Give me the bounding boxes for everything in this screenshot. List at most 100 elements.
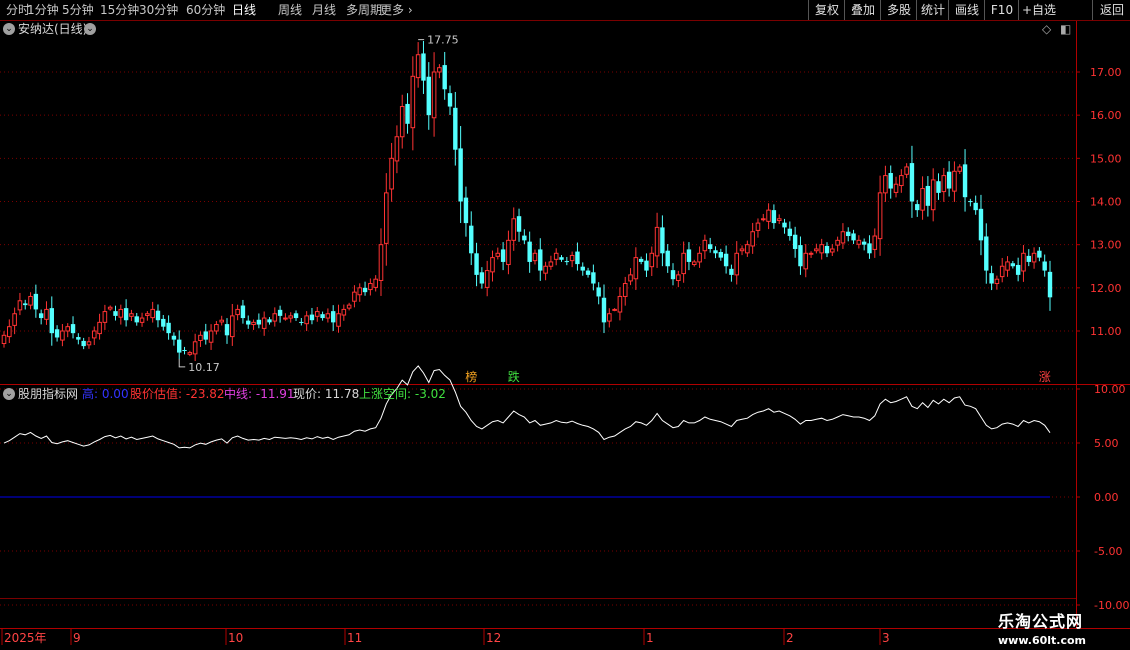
watermark-logo: 乐淘公式网 www.60lt.com: [998, 608, 1086, 647]
candle-body-0: [1, 334, 7, 345]
indicator-label-0: 股朋指标网: [18, 387, 79, 401]
candle-body-24: [129, 313, 134, 317]
candle-body-172: [915, 204, 920, 211]
date-label-7: 3: [882, 631, 890, 645]
candle-body-109: [580, 266, 585, 271]
candle-body-18: [97, 321, 102, 335]
candlestick-chart: 17.0016.0015.0014.0013.0012.0011.0017.75…: [0, 20, 1130, 645]
candle-body-166: [883, 175, 888, 194]
candle-body-167: [888, 173, 893, 189]
candle-body-134: [713, 250, 718, 254]
candle-body-110: [585, 270, 591, 275]
candle-body-108: [575, 251, 580, 265]
candle-body-37: [198, 334, 203, 341]
candle-body-183: [973, 202, 978, 211]
candle-body-30: [161, 318, 166, 327]
candle-body-171: [909, 163, 915, 202]
candle-body-105: [559, 257, 564, 260]
low-arrow: [178, 358, 186, 368]
candle-body-163: [867, 243, 872, 254]
candle-body-103: [548, 261, 554, 267]
date-label-3: 11: [347, 631, 362, 645]
candle-body-165: [877, 192, 883, 240]
candle-body-190: [1010, 263, 1016, 267]
panel-icon[interactable]: ◧: [1060, 21, 1071, 37]
candle-body-113: [601, 297, 607, 323]
candle-body-188: [999, 265, 1005, 278]
candle-body-92: [490, 257, 495, 273]
ind-label-1: 5.00: [1094, 437, 1119, 450]
candle-body-46: [246, 320, 251, 325]
candle-body-34: [182, 349, 187, 351]
candle-body-146: [776, 218, 782, 221]
candle-body-111: [591, 272, 596, 284]
candle-body-88: [469, 225, 474, 254]
candle-body-155: [824, 245, 830, 254]
candle-body-100: [532, 252, 538, 262]
dropdown-icon[interactable]: ⌄: [84, 23, 96, 35]
candle-body-129: [686, 249, 692, 262]
candle-body-131: [697, 252, 702, 263]
candle-body-45: [240, 305, 246, 319]
candle-body-164: [872, 235, 878, 250]
candle-body-89: [474, 253, 479, 275]
candle-body-51: [272, 313, 278, 322]
candle-body-191: [1015, 264, 1021, 275]
price-label-5: 12.00: [1090, 282, 1122, 295]
candle-body-9: [49, 308, 54, 334]
ind-label-3: -5.00: [1094, 545, 1122, 558]
candle-body-6: [33, 293, 39, 310]
candle-body-154: [819, 244, 824, 254]
candle-body-5: [28, 295, 33, 306]
candle-body-85: [453, 107, 458, 150]
candle-body-182: [968, 201, 973, 203]
indicator-collapse-icon[interactable]: ⌄: [3, 388, 15, 400]
candle-body-123: [654, 226, 660, 257]
candle-body-94: [500, 249, 506, 262]
candle-body-74: [394, 136, 400, 162]
candle-body-99: [527, 241, 532, 262]
candle-body-153: [814, 248, 819, 252]
candle-body-20: [107, 306, 113, 310]
candle-body-19: [102, 311, 108, 323]
date-label-1: 9: [73, 631, 81, 645]
candle-body-59: [314, 311, 320, 317]
candle-body-101: [538, 249, 543, 271]
candle-body-102: [543, 265, 548, 274]
stock-title: 安纳达(日线): [18, 22, 88, 36]
candle-body-124: [660, 227, 665, 254]
candle-body-122: [649, 252, 655, 268]
candle-body-160: [851, 233, 856, 241]
date-label-5: 1: [646, 631, 654, 645]
candle-body-174: [925, 185, 931, 206]
candle-body-91: [484, 270, 490, 288]
candle-body-176: [936, 181, 941, 193]
candle-body-52: [277, 309, 283, 316]
candle-body-25: [134, 316, 139, 323]
candle-body-106: [564, 261, 570, 263]
candle-body-128: [681, 252, 686, 275]
candle-body-44: [235, 308, 240, 316]
candle-body-17: [91, 330, 97, 339]
candle-body-137: [729, 268, 734, 275]
diamond-icon[interactable]: ◇: [1042, 21, 1051, 37]
collapse-icon[interactable]: ⌄: [3, 23, 15, 35]
candle-body-54: [288, 315, 294, 319]
candle-body-41: [219, 319, 224, 323]
indicator-label-4: 现价: 11.78: [293, 387, 360, 401]
candle-body-86: [458, 148, 463, 202]
candle-body-189: [1005, 261, 1010, 271]
candle-body-60: [320, 314, 325, 319]
candle-body-22: [118, 308, 124, 318]
candle-body-55: [293, 313, 299, 319]
candle-body-87: [463, 197, 469, 224]
candle-body-29: [155, 310, 161, 321]
indicator-label-2: 股价估值: -23.82: [130, 387, 225, 401]
candle-body-31: [166, 322, 171, 334]
candle-body-12: [65, 326, 71, 332]
candle-body-65: [346, 304, 352, 309]
candle-body-40: [214, 324, 219, 332]
candle-body-140: [745, 244, 750, 254]
candle-body-11: [60, 330, 65, 341]
candle-body-27: [145, 313, 150, 316]
